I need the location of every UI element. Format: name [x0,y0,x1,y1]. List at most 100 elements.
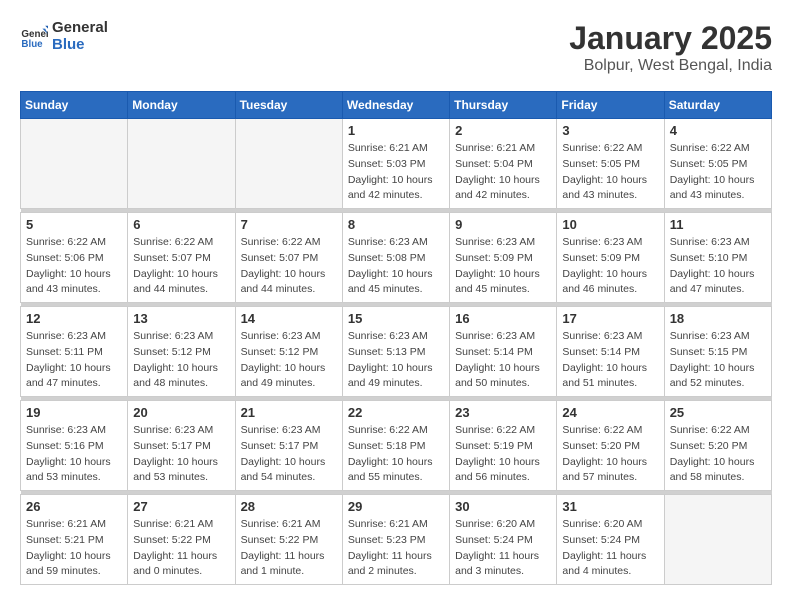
table-row: 31 Sunrise: 6:20 AMSunset: 5:24 PMDayligh… [557,495,664,585]
day-number: 13 [133,311,229,326]
day-number: 5 [26,217,122,232]
day-number: 4 [670,123,766,138]
day-number: 6 [133,217,229,232]
day-info: Sunrise: 6:22 AMSunset: 5:07 PMDaylight:… [241,235,337,298]
table-row: 13 Sunrise: 6:23 AMSunset: 5:12 PMDayligh… [128,307,235,397]
table-row [664,495,771,585]
table-row: 1 Sunrise: 6:21 AMSunset: 5:03 PMDaylight… [342,119,449,209]
day-number: 28 [241,499,337,514]
day-info: Sunrise: 6:23 AMSunset: 5:17 PMDaylight:… [241,423,337,486]
table-row: 30Sunrise: 6:20 AMSunset: 5:24 PMDayligh… [450,495,557,585]
page-header: General Blue General Blue January 2025 B… [20,20,772,75]
day-info: Sunrise: 6:23 AMSunset: 5:09 PMDaylight:… [562,235,658,298]
day-info: Sunrise: 6:22 AMSunset: 5:20 PMDaylight:… [562,423,658,486]
day-number: 8 [348,217,444,232]
table-row [128,119,235,209]
day-info: Sunrise: 6:23 AMSunset: 5:16 PMDaylight:… [26,423,122,486]
day-info: Sunrise: 6:20 AMSunset: 5:24 PMDaylight:… [562,517,658,580]
day-number: 25 [670,405,766,420]
day-number: 23 [455,405,551,420]
table-row: 24 Sunrise: 6:22 AMSunset: 5:20 PMDayligh… [557,401,664,491]
table-row [235,119,342,209]
table-row: 12Sunrise: 6:23 AMSunset: 5:11 PMDayligh… [21,307,128,397]
day-info: Sunrise: 6:21 AMSunset: 5:21 PMDaylight:… [26,517,122,580]
day-number: 10 [562,217,658,232]
day-info: Sunrise: 6:21 AMSunset: 5:22 PMDaylight:… [133,517,229,580]
day-number: 9 [455,217,551,232]
day-info: Sunrise: 6:23 AMSunset: 5:15 PMDaylight:… [670,329,766,392]
header-saturday: Saturday [664,92,771,119]
day-number: 11 [670,217,766,232]
header-monday: Monday [128,92,235,119]
day-number: 2 [455,123,551,138]
table-row: 20 Sunrise: 6:23 AMSunset: 5:17 PMDayligh… [128,401,235,491]
table-row: 11 Sunrise: 6:23 AMSunset: 5:10 PMDayligh… [664,213,771,303]
svg-text:Blue: Blue [21,38,43,49]
day-info: Sunrise: 6:23 AMSunset: 5:14 PMDaylight:… [562,329,658,392]
day-number: 15 [348,311,444,326]
table-row: 6 Sunrise: 6:22 AMSunset: 5:07 PMDaylight… [128,213,235,303]
day-number: 24 [562,405,658,420]
day-info: Sunrise: 6:22 AMSunset: 5:20 PMDaylight:… [670,423,766,486]
day-info: Sunrise: 6:22 AMSunset: 5:05 PMDaylight:… [670,141,766,204]
table-row: 23 Sunrise: 6:22 AMSunset: 5:19 PMDayligh… [450,401,557,491]
table-row: 15 Sunrise: 6:23 AMSunset: 5:13 PMDayligh… [342,307,449,397]
table-row: 19 Sunrise: 6:23 AMSunset: 5:16 PMDayligh… [21,401,128,491]
day-info: Sunrise: 6:21 AMSunset: 5:22 PMDaylight:… [241,517,337,580]
day-number: 16 [455,311,551,326]
table-row: 21Sunrise: 6:23 AMSunset: 5:17 PMDayligh… [235,401,342,491]
table-row: 22Sunrise: 6:22 AMSunset: 5:18 PMDayligh… [342,401,449,491]
table-row: 29Sunrise: 6:21 AMSunset: 5:23 PMDayligh… [342,495,449,585]
day-info: Sunrise: 6:22 AMSunset: 5:19 PMDaylight:… [455,423,551,486]
day-info: Sunrise: 6:20 AMSunset: 5:24 PMDaylight:… [455,517,551,580]
logo: General Blue General Blue [20,20,108,53]
day-number: 31 [562,499,658,514]
logo-icon: General Blue [20,23,48,51]
table-row: 7Sunrise: 6:22 AMSunset: 5:07 PMDaylight… [235,213,342,303]
header-sunday: Sunday [21,92,128,119]
table-row: 5 Sunrise: 6:22 AMSunset: 5:06 PMDaylight… [21,213,128,303]
calendar-week-row: 1 Sunrise: 6:21 AMSunset: 5:03 PMDaylight… [21,119,772,209]
table-row: 4 Sunrise: 6:22 AMSunset: 5:05 PMDaylight… [664,119,771,209]
day-number: 29 [348,499,444,514]
day-info: Sunrise: 6:21 AMSunset: 5:03 PMDaylight:… [348,141,444,204]
day-number: 20 [133,405,229,420]
day-number: 14 [241,311,337,326]
month-title: January 2025 [569,20,772,57]
table-row: 26 Sunrise: 6:21 AMSunset: 5:21 PMDayligh… [21,495,128,585]
day-info: Sunrise: 6:22 AMSunset: 5:06 PMDaylight:… [26,235,122,298]
logo-text-general: General [52,19,108,36]
day-info: Sunrise: 6:23 AMSunset: 5:14 PMDaylight:… [455,329,551,392]
day-number: 27 [133,499,229,514]
day-info: Sunrise: 6:23 AMSunset: 5:08 PMDaylight:… [348,235,444,298]
table-row: 8 Sunrise: 6:23 AMSunset: 5:08 PMDaylight… [342,213,449,303]
day-number: 3 [562,123,658,138]
day-number: 26 [26,499,122,514]
day-info: Sunrise: 6:23 AMSunset: 5:13 PMDaylight:… [348,329,444,392]
header-tuesday: Tuesday [235,92,342,119]
header-wednesday: Wednesday [342,92,449,119]
header-friday: Friday [557,92,664,119]
calendar-header-row: Sunday Monday Tuesday Wednesday Thursday… [21,92,772,119]
day-info: Sunrise: 6:23 AMSunset: 5:17 PMDaylight:… [133,423,229,486]
day-info: Sunrise: 6:23 AMSunset: 5:12 PMDaylight:… [241,329,337,392]
calendar-table: Sunday Monday Tuesday Wednesday Thursday… [20,91,772,585]
table-row: 17 Sunrise: 6:23 AMSunset: 5:14 PMDayligh… [557,307,664,397]
day-number: 1 [348,123,444,138]
day-number: 17 [562,311,658,326]
day-number: 19 [26,405,122,420]
day-info: Sunrise: 6:23 AMSunset: 5:12 PMDaylight:… [133,329,229,392]
day-info: Sunrise: 6:23 AMSunset: 5:09 PMDaylight:… [455,235,551,298]
table-row: 14 Sunrise: 6:23 AMSunset: 5:12 PMDayligh… [235,307,342,397]
day-info: Sunrise: 6:22 AMSunset: 5:07 PMDaylight:… [133,235,229,298]
table-row: 18Sunrise: 6:23 AMSunset: 5:15 PMDayligh… [664,307,771,397]
day-info: Sunrise: 6:22 AMSunset: 5:18 PMDaylight:… [348,423,444,486]
day-number: 12 [26,311,122,326]
logo-text-blue: Blue [52,36,85,53]
calendar-week-row: 12Sunrise: 6:23 AMSunset: 5:11 PMDayligh… [21,307,772,397]
table-row: 25 Sunrise: 6:22 AMSunset: 5:20 PMDayligh… [664,401,771,491]
day-info: Sunrise: 6:23 AMSunset: 5:10 PMDaylight:… [670,235,766,298]
table-row: 2Sunrise: 6:21 AMSunset: 5:04 PMDaylight… [450,119,557,209]
header-thursday: Thursday [450,92,557,119]
location-title: Bolpur, West Bengal, India [569,57,772,75]
